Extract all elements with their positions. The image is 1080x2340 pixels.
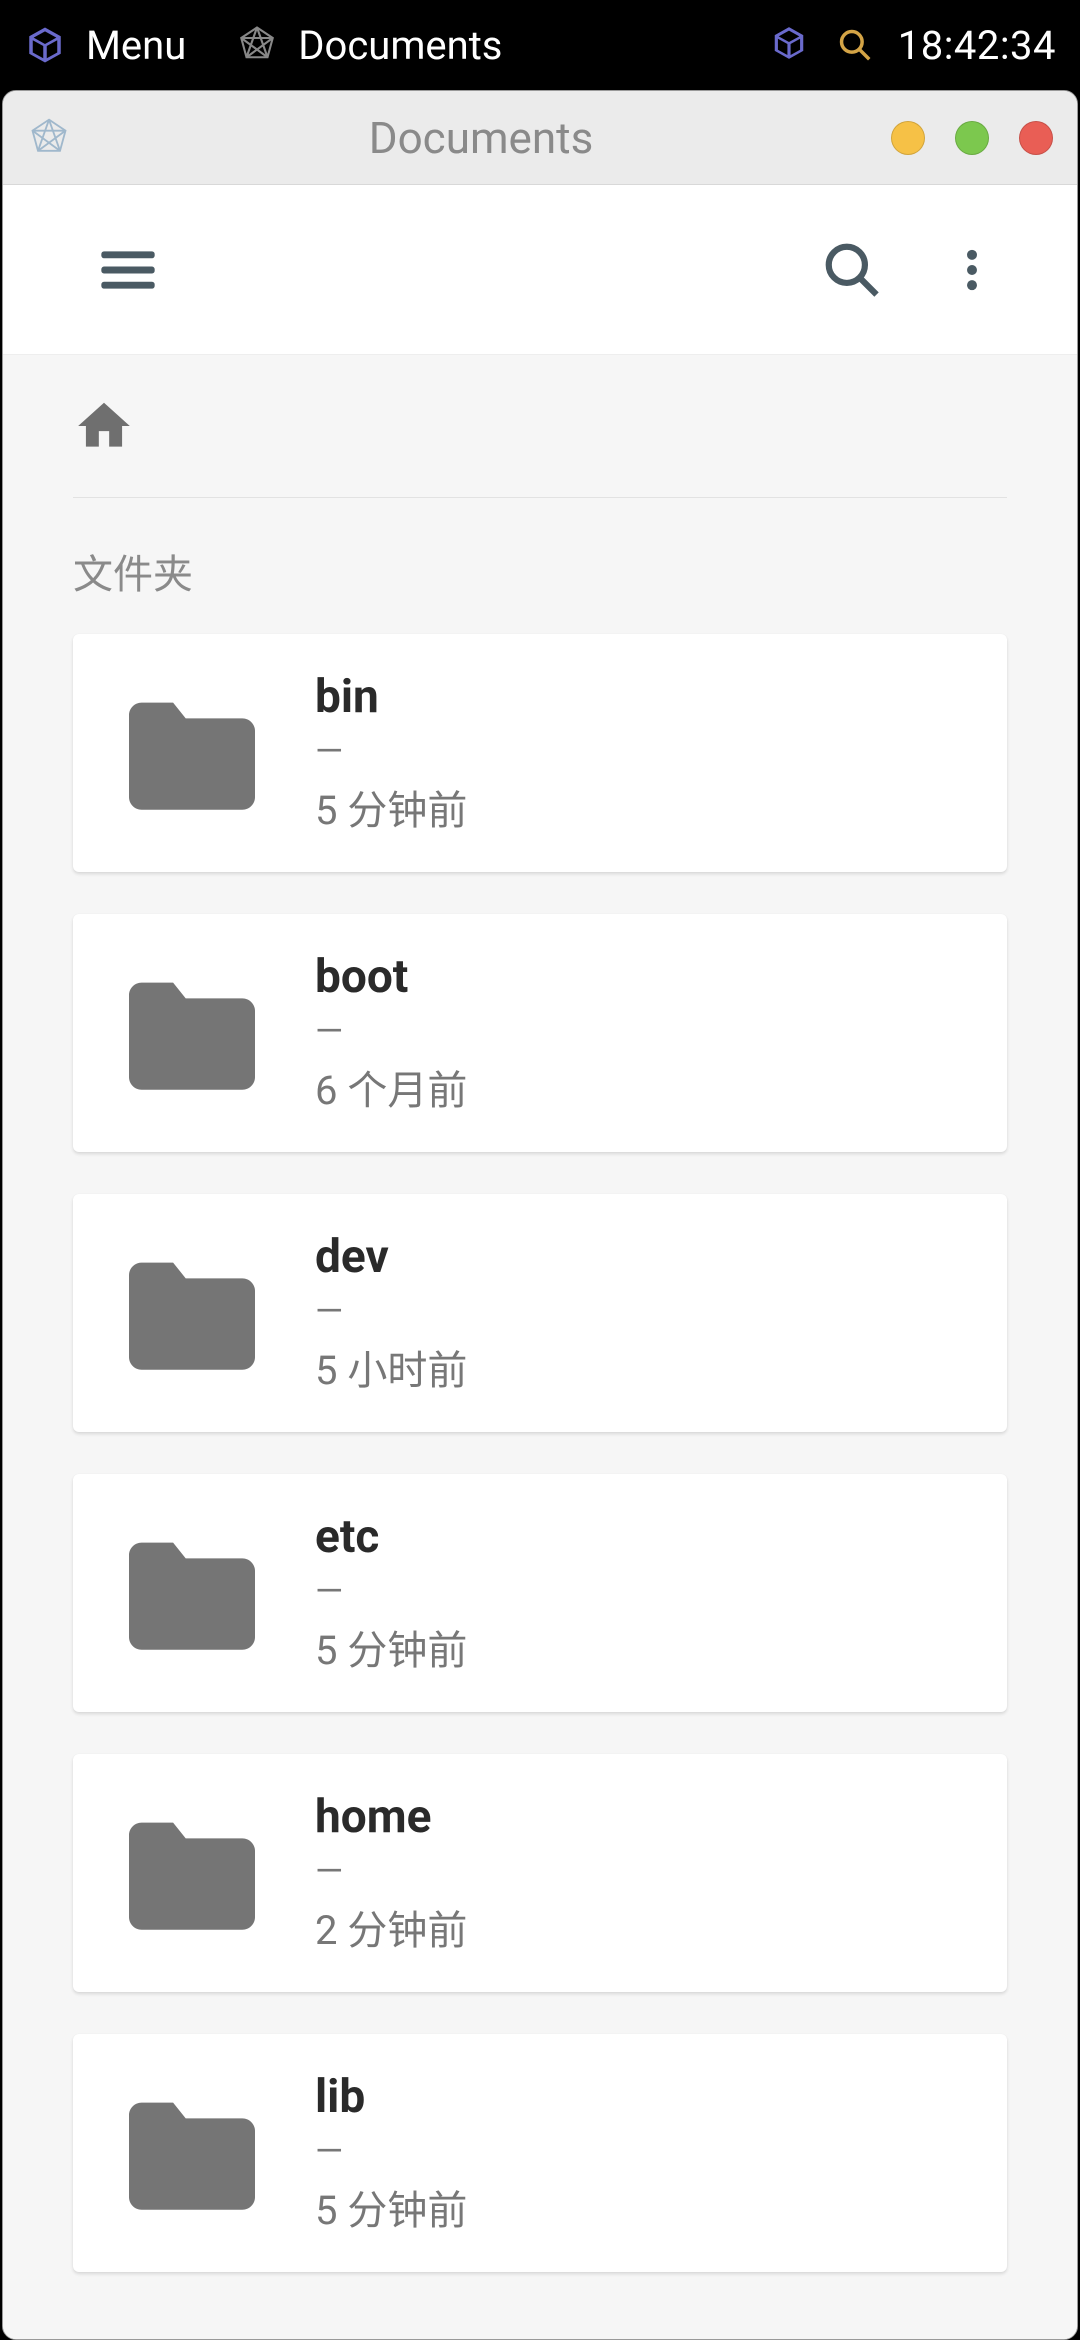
clock: 18:42:34 [898,22,1056,69]
folder-time: 5 分钟前 [315,778,467,836]
folder-list: bin — 5 分钟前 boot — 6 个月前 dev — 5 小时前 etc — 5 分钟前 hom… [73,634,1007,2272]
folder-name: lib [315,2070,467,2124]
folder-name: etc [315,1510,467,1564]
window-titlebar[interactable]: Documents [3,91,1077,185]
app-wireframe-icon [27,116,71,160]
folder-size: — [315,730,467,772]
folder-item[interactable]: etc — 5 分钟前 [73,1474,1007,1712]
minimize-button[interactable] [891,121,925,155]
window-controls [891,121,1053,155]
folder-size: — [315,1570,467,1612]
folder-item[interactable]: dev — 5 小时前 [73,1194,1007,1432]
folder-icon [113,1530,271,1656]
folder-item[interactable]: lib — 5 分钟前 [73,2034,1007,2272]
folder-size: — [315,1850,467,1892]
app-toolbar [3,185,1077,355]
folder-icon [113,970,271,1096]
tray-search-icon[interactable] [836,26,874,64]
folder-name: dev [315,1230,467,1284]
breadcrumb [73,355,1007,498]
app-window: Documents 文件夹 bin — 5 分钟前 boot — 6 个月前 dev — 5 小… [2,90,1078,2340]
folder-icon [113,690,271,816]
folder-item[interactable]: boot — 6 个月前 [73,914,1007,1152]
folder-size: — [315,2130,467,2172]
window-title: Documents [71,112,891,164]
more-options-button[interactable] [927,225,1017,315]
folder-item[interactable]: home — 2 分钟前 [73,1754,1007,1992]
search-button[interactable] [807,225,897,315]
folder-icon [113,1810,271,1936]
folder-item[interactable]: bin — 5 分钟前 [73,634,1007,872]
folder-time: 2 分钟前 [315,1898,467,1956]
folder-name: home [315,1790,467,1844]
folder-time: 5 分钟前 [315,1618,467,1676]
folder-icon [113,2090,271,2216]
wireframe-icon[interactable] [236,24,278,66]
system-bar: Menu Documents 18:42:34 [0,0,1080,90]
folder-size: — [315,1010,467,1052]
home-icon[interactable] [73,395,1007,457]
folder-time: 6 个月前 [315,1058,467,1116]
system-menu-label[interactable]: Menu [86,22,186,69]
cube-icon[interactable] [24,24,66,66]
system-app-label[interactable]: Documents [298,22,502,69]
folder-time: 5 分钟前 [315,2178,467,2236]
folder-size: — [315,1290,467,1332]
section-label: 文件夹 [73,498,1007,634]
close-button[interactable] [1019,121,1053,155]
content-area: 文件夹 bin — 5 分钟前 boot — 6 个月前 dev — 5 小时前 etc — 5 分钟… [3,355,1077,2339]
folder-name: bin [315,670,467,724]
folder-name: boot [315,950,467,1004]
folder-icon [113,1250,271,1376]
tray-cube-icon[interactable] [770,24,812,66]
maximize-button[interactable] [955,121,989,155]
folder-time: 5 小时前 [315,1338,467,1396]
hamburger-menu-button[interactable] [83,225,173,315]
